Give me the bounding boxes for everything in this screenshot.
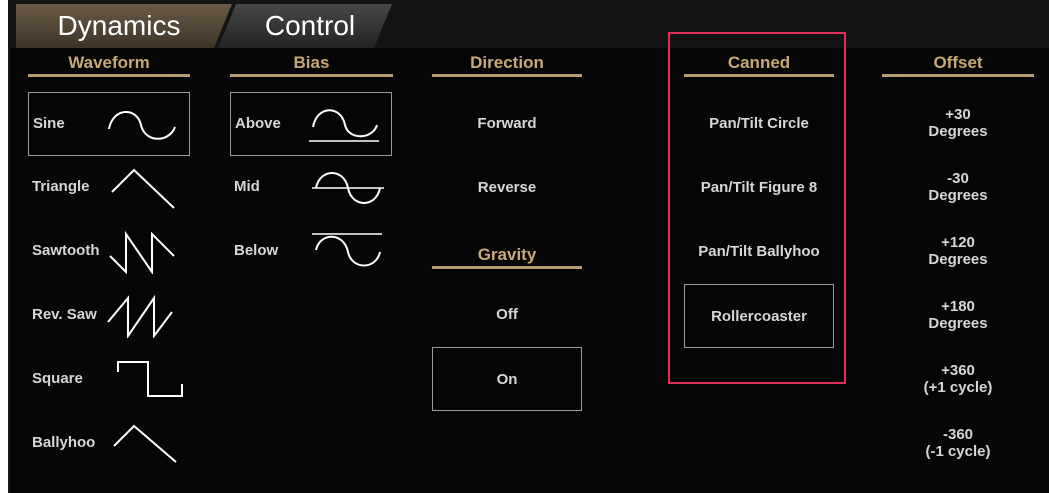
waveform-rev-saw-button[interactable]: Rev. Saw <box>28 290 190 340</box>
waveform-sine-button[interactable]: Sine <box>28 92 190 156</box>
tab-control-label: Control <box>264 10 356 41</box>
tab-dynamics[interactable]: Dynamics <box>16 4 236 48</box>
offset-plus-180-unit: Degrees <box>928 315 988 332</box>
bias-below-button[interactable]: Below <box>230 226 392 276</box>
offset-plus-30-value: +30 <box>945 106 971 123</box>
bias-header: Bias <box>230 52 393 77</box>
canned-rollercoaster-label: Rollercoaster <box>711 307 807 325</box>
waveform-ballyhoo-button[interactable]: Ballyhoo <box>28 418 190 468</box>
offset-minus-30-unit: Degrees <box>928 187 988 204</box>
waveform-triangle-button[interactable]: Triangle <box>28 162 190 212</box>
bias-mid-button[interactable]: Mid <box>230 162 392 212</box>
bias-below-label: Below <box>234 242 279 259</box>
canned-pan-tilt-figure-8-button[interactable]: Pan/Tilt Figure 8 <box>684 162 834 212</box>
offset-plus-360-button[interactable]: +360 (+1 cycle) <box>883 362 1033 396</box>
waveform-rev-saw-label: Rev. Saw <box>32 306 97 323</box>
gravity-on-button[interactable]: On <box>432 347 582 411</box>
offset-plus-30-button[interactable]: +30 Degrees <box>883 106 1033 140</box>
waveform-triangle-label: Triangle <box>32 178 90 195</box>
canned-rollercoaster-button[interactable]: Rollercoaster <box>684 284 834 348</box>
offset-minus-30-value: -30 <box>947 170 969 187</box>
gravity-off-label: Off <box>496 305 518 323</box>
bias-above-icon <box>309 109 379 142</box>
offset-minus-360-value: -360 <box>942 426 974 443</box>
bias-above-button[interactable]: Above <box>230 92 392 156</box>
canned-pan-tilt-circle-button[interactable]: Pan/Tilt Circle <box>684 98 834 148</box>
tab-dynamics-label: Dynamics <box>57 10 181 41</box>
waveform-ballyhoo-label: Ballyhoo <box>32 434 96 451</box>
offset-plus-180-button[interactable]: +180 Degrees <box>883 298 1033 332</box>
gravity-on-label: On <box>496 370 518 388</box>
gravity-off-button[interactable]: Off <box>432 289 582 339</box>
tab-control[interactable]: Control <box>218 4 396 48</box>
offset-minus-30-button[interactable]: -30 Degrees <box>883 170 1033 204</box>
direction-reverse-button[interactable]: Reverse <box>432 162 582 212</box>
offset-plus-360-value: +360 <box>941 362 975 379</box>
sine-wave-icon <box>108 111 176 140</box>
offset-plus-120-value: +120 <box>941 234 975 251</box>
offset-plus-120-button[interactable]: +120 Degrees <box>883 234 1033 268</box>
offset-plus-180-value: +180 <box>941 298 975 315</box>
waveform-sine-label: Sine <box>33 115 65 132</box>
offset-header: Offset <box>882 52 1034 77</box>
ballyhoo-wave-icon <box>113 424 177 463</box>
panel-edge <box>8 0 10 493</box>
waveform-square-button[interactable]: Square <box>28 354 190 404</box>
waveform-header: Waveform <box>28 52 190 77</box>
direction-forward-button[interactable]: Forward <box>432 98 582 148</box>
direction-header: Direction <box>432 52 582 77</box>
bias-above-label: Above <box>235 115 281 132</box>
waveform-sawtooth-button[interactable]: Sawtooth <box>28 226 190 276</box>
waveform-square-label: Square <box>32 370 83 387</box>
reverse-saw-wave-icon <box>107 294 173 338</box>
offset-plus-120-unit: Degrees <box>928 251 988 268</box>
bias-below-icon <box>312 233 382 267</box>
tab-bar: Dynamics Control <box>8 0 1049 48</box>
offset-minus-360-unit: (-1 cycle) <box>925 443 991 460</box>
canned-pan-tilt-figure-8-label: Pan/Tilt Figure 8 <box>700 178 818 196</box>
direction-forward-label: Forward <box>477 114 537 132</box>
canned-pan-tilt-ballyhoo-label: Pan/Tilt Ballyhoo <box>698 242 820 260</box>
dynamics-panel: Dynamics Control Waveform Bias Direction… <box>8 0 1049 493</box>
waveform-sawtooth-label: Sawtooth <box>32 242 100 259</box>
canned-pan-tilt-circle-label: Pan/Tilt Circle <box>709 114 809 132</box>
offset-minus-360-button[interactable]: -360 (-1 cycle) <box>883 426 1033 460</box>
sawtooth-wave-icon <box>109 230 175 274</box>
canned-pan-tilt-ballyhoo-button[interactable]: Pan/Tilt Ballyhoo <box>684 226 834 276</box>
square-wave-icon <box>117 361 183 397</box>
offset-plus-30-unit: Degrees <box>928 123 988 140</box>
bias-mid-label: Mid <box>234 178 260 195</box>
bias-mid-icon <box>312 172 384 204</box>
offset-plus-360-unit: (+1 cycle) <box>923 379 993 396</box>
triangle-wave-icon <box>111 168 175 209</box>
gravity-header: Gravity <box>432 244 582 269</box>
direction-reverse-label: Reverse <box>477 178 537 196</box>
